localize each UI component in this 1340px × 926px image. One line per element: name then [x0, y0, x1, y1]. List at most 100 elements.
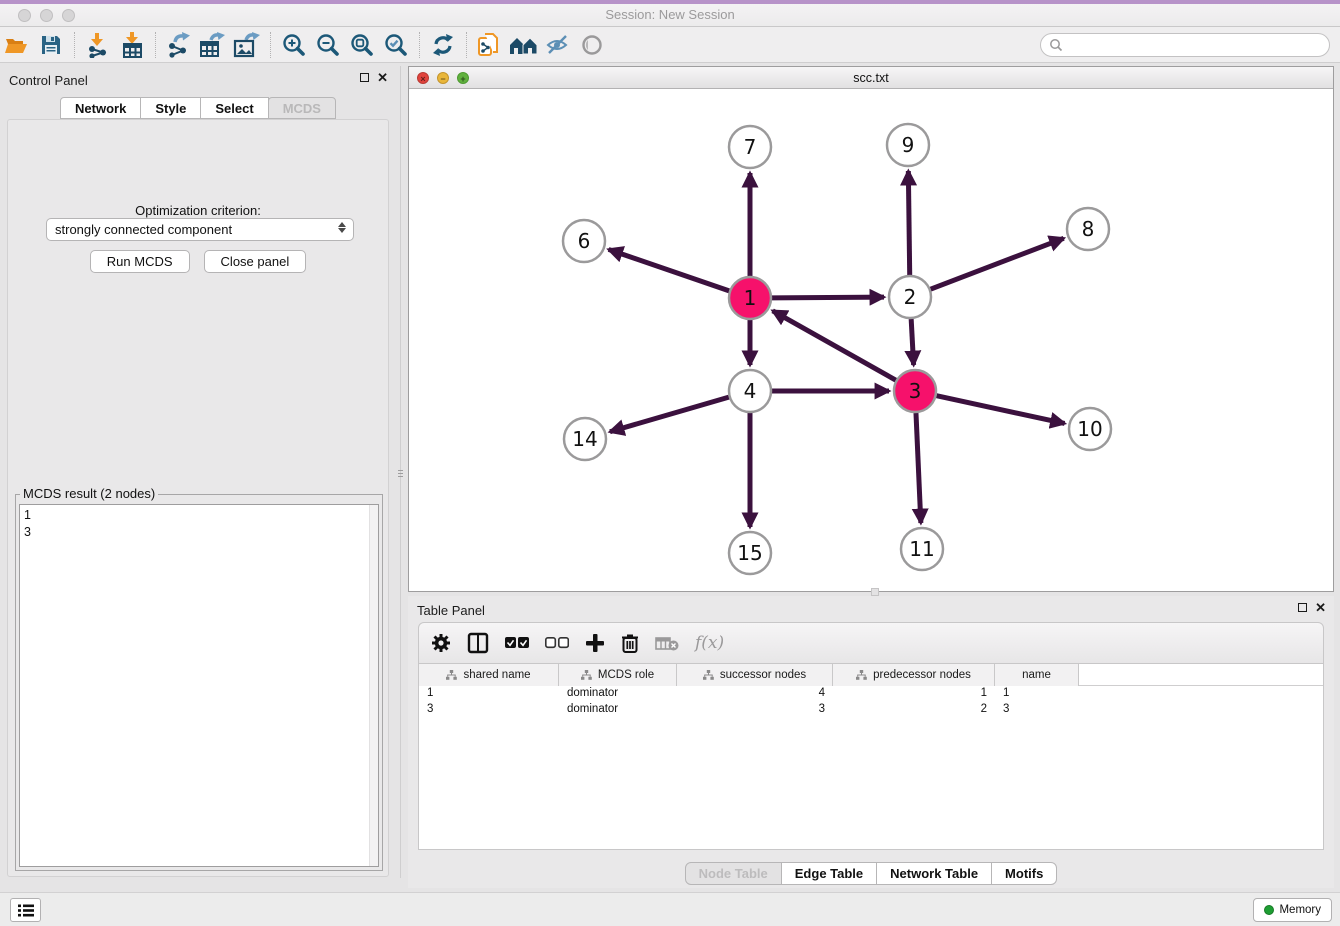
network-node-4[interactable]: 4 — [729, 370, 771, 412]
tab-motifs[interactable]: Motifs — [991, 862, 1057, 885]
network-edge-1-6[interactable] — [609, 249, 730, 290]
network-node-15[interactable]: 15 — [729, 532, 771, 574]
zoom-out-button[interactable] — [311, 30, 345, 60]
result-scrollbar[interactable] — [369, 505, 378, 866]
export-network-button[interactable] — [162, 30, 196, 60]
search-field[interactable] — [1040, 33, 1330, 57]
tab-network[interactable]: Network — [60, 97, 141, 119]
select-all-checks-icon[interactable] — [505, 637, 529, 649]
network-node-11[interactable]: 11 — [901, 528, 943, 570]
close-table-panel-icon[interactable]: ✕ — [1315, 602, 1326, 613]
export-image-button[interactable] — [230, 30, 264, 60]
tab-select[interactable]: Select — [200, 97, 268, 119]
svg-text:15: 15 — [737, 541, 762, 565]
save-session-button[interactable] — [34, 30, 68, 60]
show-hide-panels-button[interactable] — [10, 898, 41, 922]
first-neighbors-button[interactable] — [507, 30, 541, 60]
network-node-8[interactable]: 8 — [1067, 208, 1109, 250]
network-node-10[interactable]: 10 — [1069, 408, 1111, 450]
network-node-9[interactable]: 9 — [887, 124, 929, 166]
export-table-button[interactable] — [196, 30, 230, 60]
network-node-6[interactable]: 6 — [563, 220, 605, 262]
window-titlebar: Session: New Session — [0, 0, 1340, 27]
search-input[interactable] — [1063, 36, 1329, 54]
main-toolbar — [0, 27, 1340, 63]
network-node-2[interactable]: 2 — [889, 276, 931, 318]
mcds-result-list[interactable]: 1 3 — [19, 504, 379, 867]
settings-gear-icon[interactable] — [431, 633, 451, 653]
node-table[interactable]: shared name MCDS role successor — [418, 664, 1324, 850]
save-icon — [40, 34, 62, 56]
window-top-accent — [0, 0, 1340, 4]
network-window: × − + scc.txt 7 9 6 8 1 2 4 3 14 10 15 11 — [408, 66, 1334, 592]
panel-divider-grip[interactable] — [396, 460, 405, 486]
refresh-button[interactable] — [426, 30, 460, 60]
table-panel-header: Table Panel ✕ — [408, 596, 1334, 624]
network-node-1[interactable]: 1 — [729, 277, 771, 319]
unselect-all-checks-icon[interactable] — [545, 637, 569, 649]
network-edge-4-14[interactable] — [610, 397, 729, 432]
svg-text:3: 3 — [909, 379, 922, 403]
close-panel-icon[interactable]: ✕ — [377, 72, 388, 83]
network-node-7[interactable]: 7 — [729, 126, 771, 168]
float-table-panel-icon[interactable] — [1298, 603, 1307, 612]
hide-panel-button[interactable] — [541, 30, 575, 60]
cell-shared-name: 3 — [419, 702, 559, 718]
column-header-predecessor-nodes[interactable]: predecessor nodes — [833, 664, 995, 686]
zoom-fit-button[interactable] — [345, 30, 379, 60]
show-column-icon[interactable] — [467, 632, 489, 654]
cell-mcds-role: dominator — [559, 686, 677, 702]
memory-button[interactable]: Memory — [1253, 898, 1332, 922]
network-node-3[interactable]: 3 — [894, 370, 936, 412]
tab-mcds[interactable]: MCDS — [268, 97, 336, 119]
mcds-result-group: MCDS result (2 nodes) 1 3 — [15, 494, 383, 871]
tab-style[interactable]: Style — [140, 97, 201, 119]
svg-text:4: 4 — [744, 379, 757, 403]
svg-text:10: 10 — [1077, 417, 1102, 441]
svg-text:14: 14 — [572, 427, 597, 451]
network-edge-3-1[interactable] — [773, 311, 896, 380]
control-panel: Control Panel ✕ Network Style Select MCD… — [0, 66, 396, 878]
import-network-button[interactable] — [81, 30, 115, 60]
run-mcds-button[interactable]: Run MCDS — [90, 250, 190, 273]
close-panel-button[interactable]: Close panel — [204, 250, 307, 273]
open-folder-button[interactable] — [0, 30, 34, 60]
table-row[interactable]: 3 dominator 3 2 3 — [419, 702, 1323, 718]
network-edge-2-9[interactable] — [908, 171, 909, 275]
column-header-mcds-role[interactable]: MCDS role — [559, 664, 677, 686]
table-row[interactable]: 1 dominator 4 1 1 — [419, 686, 1323, 702]
zoom-selected-button[interactable] — [379, 30, 413, 60]
search-icon — [1049, 38, 1063, 52]
toolbar-separator — [419, 32, 420, 58]
zoom-in-button[interactable] — [277, 30, 311, 60]
network-edge-3-10[interactable] — [936, 396, 1064, 424]
float-panel-icon[interactable] — [360, 73, 369, 82]
network-node-14[interactable]: 14 — [564, 418, 606, 460]
add-column-icon[interactable] — [585, 633, 605, 653]
optimization-criterion-dropdown[interactable]: strongly connected component — [46, 218, 354, 241]
export-image-icon — [233, 32, 261, 58]
network-edge-3-11[interactable] — [916, 413, 921, 523]
column-header-name[interactable]: name — [995, 664, 1079, 686]
cell-successor-nodes: 3 — [677, 702, 833, 718]
toolbar-separator — [74, 32, 75, 58]
optimization-criterion-label: Optimization criterion: — [8, 203, 388, 218]
network-window-title: scc.txt — [409, 71, 1333, 85]
column-header-successor-nodes[interactable]: successor nodes — [677, 664, 833, 686]
network-edge-1-2[interactable] — [772, 297, 884, 298]
tab-node-table[interactable]: Node Table — [685, 862, 782, 885]
show-panel-button[interactable] — [575, 30, 609, 60]
tab-edge-table[interactable]: Edge Table — [781, 862, 877, 885]
network-edge-2-3[interactable] — [911, 319, 913, 365]
network-edges — [609, 171, 1065, 527]
column-header-shared-name[interactable]: shared name — [419, 664, 559, 686]
import-table-button[interactable] — [115, 30, 149, 60]
clone-network-button[interactable] — [473, 30, 507, 60]
network-window-grip[interactable] — [871, 588, 879, 596]
svg-text:7: 7 — [744, 135, 757, 159]
tab-network-table[interactable]: Network Table — [876, 862, 992, 885]
delete-column-trash-icon[interactable] — [621, 633, 639, 653]
network-window-titlebar[interactable]: × − + scc.txt — [409, 67, 1333, 89]
network-edge-2-8[interactable] — [931, 238, 1064, 289]
network-canvas-svg[interactable]: 7 9 6 8 1 2 4 3 14 10 15 11 — [409, 89, 1333, 591]
